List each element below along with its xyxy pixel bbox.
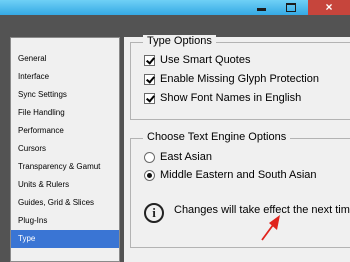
sidebar-item-performance[interactable]: Performance — [11, 122, 119, 140]
preferences-category-list: General Interface Sync Settings File Han… — [10, 37, 120, 262]
sidebar-item-file-handling[interactable]: File Handling — [11, 104, 119, 122]
minimize-icon — [256, 8, 266, 11]
sidebar-item-transparency-gamut[interactable]: Transparency & Gamut — [11, 158, 119, 176]
type-options-group: Type Options Use Smart Quotes Enable Mis… — [130, 35, 350, 120]
middle-eastern-radio[interactable]: Middle Eastern and South Asian — [144, 168, 317, 182]
show-font-names-checkbox[interactable]: Show Font Names in English — [144, 91, 301, 105]
enable-missing-glyph-checkbox[interactable]: Enable Missing Glyph Protection — [144, 72, 319, 86]
minimize-button[interactable] — [248, 0, 274, 15]
middle-eastern-label: Middle Eastern and South Asian — [160, 169, 317, 181]
type-options-title: Type Options — [143, 35, 216, 47]
preferences-dialog: General Interface Sync Settings File Han… — [0, 15, 350, 262]
maximize-icon — [286, 3, 296, 12]
text-engine-group: Choose Text Engine Options East Asian Mi… — [130, 131, 350, 248]
sidebar-item-units-rulers[interactable]: Units & Rulers — [11, 176, 119, 194]
restart-notice: i Changes will take effect the next time… — [144, 201, 350, 225]
sidebar-item-plug-ins[interactable]: Plug-Ins — [11, 212, 119, 230]
checkbox-checked-icon[interactable] — [144, 73, 155, 85]
sidebar-item-general[interactable]: General — [11, 50, 119, 68]
sidebar-item-cursors[interactable]: Cursors — [11, 140, 119, 158]
checkbox-checked-icon[interactable] — [144, 54, 155, 66]
maximize-button[interactable] — [278, 0, 304, 15]
window-titlebar: × — [0, 0, 350, 15]
type-preferences-panel: Type Options Use Smart Quotes Enable Mis… — [124, 35, 350, 262]
text-engine-title: Choose Text Engine Options — [143, 131, 291, 143]
sidebar-item-guides-grid-slices[interactable]: Guides, Grid & Slices — [11, 194, 119, 212]
info-icon: i — [144, 203, 164, 223]
close-button[interactable]: × — [308, 0, 350, 15]
east-asian-label: East Asian — [160, 151, 212, 163]
sidebar-item-type[interactable]: Type — [11, 230, 119, 248]
sidebar-item-sync-settings[interactable]: Sync Settings — [11, 86, 119, 104]
radio-checked-icon[interactable] — [144, 169, 155, 181]
enable-missing-glyph-label: Enable Missing Glyph Protection — [160, 73, 319, 85]
sidebar-item-interface[interactable]: Interface — [11, 68, 119, 86]
red-arrow-icon — [261, 215, 280, 241]
checkbox-checked-icon[interactable] — [144, 92, 155, 104]
show-font-names-label: Show Font Names in English — [160, 92, 302, 104]
radio-unchecked-icon[interactable] — [144, 151, 155, 163]
east-asian-radio[interactable]: East Asian — [144, 150, 212, 164]
use-smart-quotes-label: Use Smart Quotes — [160, 54, 251, 66]
use-smart-quotes-checkbox[interactable]: Use Smart Quotes — [144, 53, 250, 67]
close-icon: × — [325, 0, 333, 14]
